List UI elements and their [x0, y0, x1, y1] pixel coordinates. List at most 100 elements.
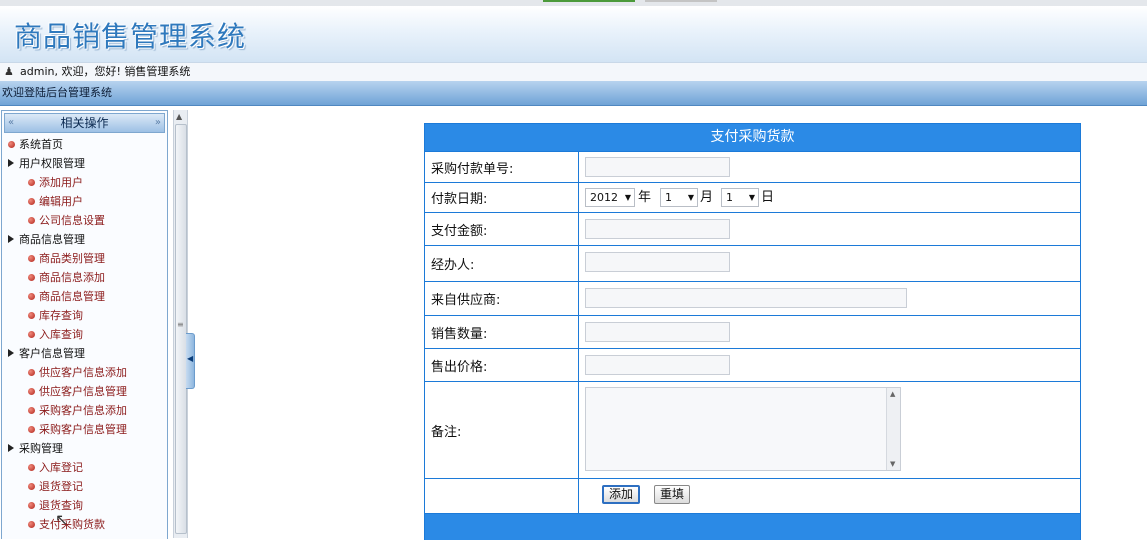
value-order-no — [580, 152, 1080, 182]
sidebar-item-label: 支付采购货款 — [39, 518, 105, 531]
day-select[interactable]: 1 ▼ — [721, 188, 759, 207]
sidebar-item-label: 采购客户信息管理 — [39, 423, 127, 436]
sidebar-group-product-info[interactable]: 商品信息管理 — [2, 230, 167, 249]
collapse-right-icon[interactable]: » — [155, 114, 161, 132]
row-date: 付款日期: 2012 ▼ 年 1 ▼ 月 1 ▼ 日 — [425, 182, 1080, 212]
sidebar-item-stock-in-register[interactable]: 入库登记 — [2, 458, 167, 477]
sidebar-item-pay-purchase[interactable]: 支付采购货款 — [2, 515, 167, 534]
add-button[interactable]: 添加 — [602, 485, 641, 504]
red-bullet-icon — [28, 521, 35, 528]
sidebar-item-label: 库存查询 — [39, 309, 83, 322]
sidebar-item-return-query[interactable]: 退货查询 — [2, 496, 167, 515]
sidebar-item-return-register[interactable]: 退货登记 — [2, 477, 167, 496]
sidebar-item-label: 商品类别管理 — [39, 252, 105, 265]
red-bullet-icon — [28, 331, 35, 338]
actions-cell: 添加 重填 — [580, 479, 1080, 514]
sidebar-toggle[interactable]: ◀ — [186, 333, 195, 389]
sidebar-item-label: 添加用户 — [39, 176, 83, 189]
sidebar-item-add-purchaser[interactable]: 采购客户信息添加 — [2, 401, 167, 420]
label-order-no: 采购付款单号: — [425, 152, 579, 182]
sidebar-header[interactable]: « 相关操作 » — [4, 113, 165, 133]
collapse-left-icon[interactable]: « — [8, 114, 14, 132]
user-icon: ♟ — [4, 65, 14, 78]
sidebar-item-label: 采购客户信息添加 — [39, 404, 127, 417]
sidebar-item-label: 系统首页 — [19, 138, 63, 151]
triangle-right-icon — [8, 444, 14, 452]
value-price — [580, 349, 1080, 381]
value-amount — [580, 213, 1080, 245]
sidebar-group-customer-info[interactable]: 客户信息管理 — [2, 344, 167, 363]
sidebar-item-label: 商品信息管理 — [39, 290, 105, 303]
sidebar-group-label: 采购管理 — [19, 442, 63, 455]
label-supplier: 来自供应商: — [425, 282, 579, 315]
sidebar-group-user-permissions[interactable]: 用户权限管理 — [2, 154, 167, 173]
row-price: 售出价格: — [425, 348, 1080, 381]
triangle-right-icon — [8, 159, 14, 167]
scroll-up-icon[interactable]: ▲ — [176, 112, 182, 121]
day-value: 1 — [726, 191, 733, 204]
value-remark: ▲ ▼ — [580, 382, 1080, 478]
order-no-input[interactable] — [585, 157, 730, 177]
value-quantity — [580, 316, 1080, 348]
handler-input[interactable] — [585, 252, 730, 272]
row-remark: 备注: ▲ ▼ — [425, 381, 1080, 478]
mouse-pointer-icon: ↖ — [55, 510, 69, 529]
month-select[interactable]: 1 ▼ — [660, 188, 698, 207]
sidebar-item-home[interactable]: 系统首页 — [2, 135, 167, 154]
sidebar-header-label: 相关操作 — [60, 116, 109, 130]
sidebar-group-label: 商品信息管理 — [19, 233, 85, 246]
red-bullet-icon — [28, 255, 35, 262]
year-select[interactable]: 2012 ▼ — [585, 188, 635, 207]
sidebar-scrollbar[interactable]: ▲ ≡ — [173, 110, 188, 538]
sidebar-item-edit-user[interactable]: 编辑用户 — [2, 192, 167, 211]
price-input[interactable] — [585, 355, 730, 375]
remark-textarea[interactable]: ▲ ▼ — [585, 387, 901, 471]
sidebar-group-purchasing[interactable]: 采购管理 — [2, 439, 167, 458]
sidebar-item-product-categories[interactable]: 商品类别管理 — [2, 249, 167, 268]
sidebar-item-company-settings[interactable]: 公司信息设置 — [2, 211, 167, 230]
scroll-down-icon[interactable]: ▼ — [890, 460, 895, 468]
chevron-down-icon: ▼ — [748, 193, 755, 202]
reset-button[interactable]: 重填 — [654, 485, 691, 504]
app-header: 商品销售管理系统 — [0, 6, 1147, 62]
sidebar-item-label: 供应客户信息管理 — [39, 385, 127, 398]
quantity-input[interactable] — [585, 322, 730, 342]
form-footer-bar — [425, 513, 1080, 540]
year-value: 2012 — [590, 191, 618, 204]
scrollbar-grip-icon: ≡ — [177, 320, 184, 329]
sidebar-item-manage-products[interactable]: 商品信息管理 — [2, 287, 167, 306]
sidebar-item-add-product[interactable]: 商品信息添加 — [2, 268, 167, 287]
scrollbar-thumb[interactable] — [175, 124, 187, 534]
sidebar-item-add-supplier[interactable]: 供应客户信息添加 — [2, 363, 167, 382]
red-bullet-icon — [28, 312, 35, 319]
label-price: 售出价格: — [425, 349, 579, 381]
top-tab-active[interactable] — [543, 0, 635, 2]
sidebar: « 相关操作 » 系统首页 用户权限管理 添加用户 编辑用户 公司信息设置 商品… — [1, 110, 168, 539]
top-tab[interactable] — [645, 0, 717, 2]
actions-label-cell — [425, 479, 579, 514]
payment-form: 支付采购货款 采购付款单号: 付款日期: 2012 ▼ 年 1 ▼ 月 1 ▼ 日 支… — [424, 123, 1081, 540]
row-supplier: 来自供应商: — [425, 281, 1080, 315]
textarea-scrollbar[interactable]: ▲ ▼ — [886, 388, 900, 470]
sidebar-item-add-user[interactable]: 添加用户 — [2, 173, 167, 192]
sidebar-item-manage-purchasers[interactable]: 采购客户信息管理 — [2, 420, 167, 439]
scroll-up-icon[interactable]: ▲ — [890, 390, 895, 398]
sidebar-item-stock-in-query[interactable]: 入库查询 — [2, 325, 167, 344]
sidebar-item-label: 编辑用户 — [39, 195, 83, 208]
row-order-no: 采购付款单号: — [425, 151, 1080, 182]
app-title: 商品销售管理系统 — [14, 20, 247, 53]
supplier-input[interactable] — [585, 288, 907, 308]
sidebar-item-inventory-query[interactable]: 库存查询 — [2, 306, 167, 325]
sidebar-group-label: 用户权限管理 — [19, 157, 85, 170]
red-bullet-icon — [28, 369, 35, 376]
red-bullet-icon — [28, 502, 35, 509]
sidebar-item-label: 商品信息添加 — [39, 271, 105, 284]
sidebar-item-label: 公司信息设置 — [39, 214, 105, 227]
welcome-bar: 欢迎登陆后台管理系统 — [0, 81, 1147, 106]
sidebar-item-label: 供应客户信息添加 — [39, 366, 127, 379]
amount-input[interactable] — [585, 219, 730, 239]
red-bullet-icon — [28, 217, 35, 224]
chevron-down-icon: ▼ — [624, 193, 631, 202]
red-bullet-icon — [28, 293, 35, 300]
sidebar-item-manage-suppliers[interactable]: 供应客户信息管理 — [2, 382, 167, 401]
